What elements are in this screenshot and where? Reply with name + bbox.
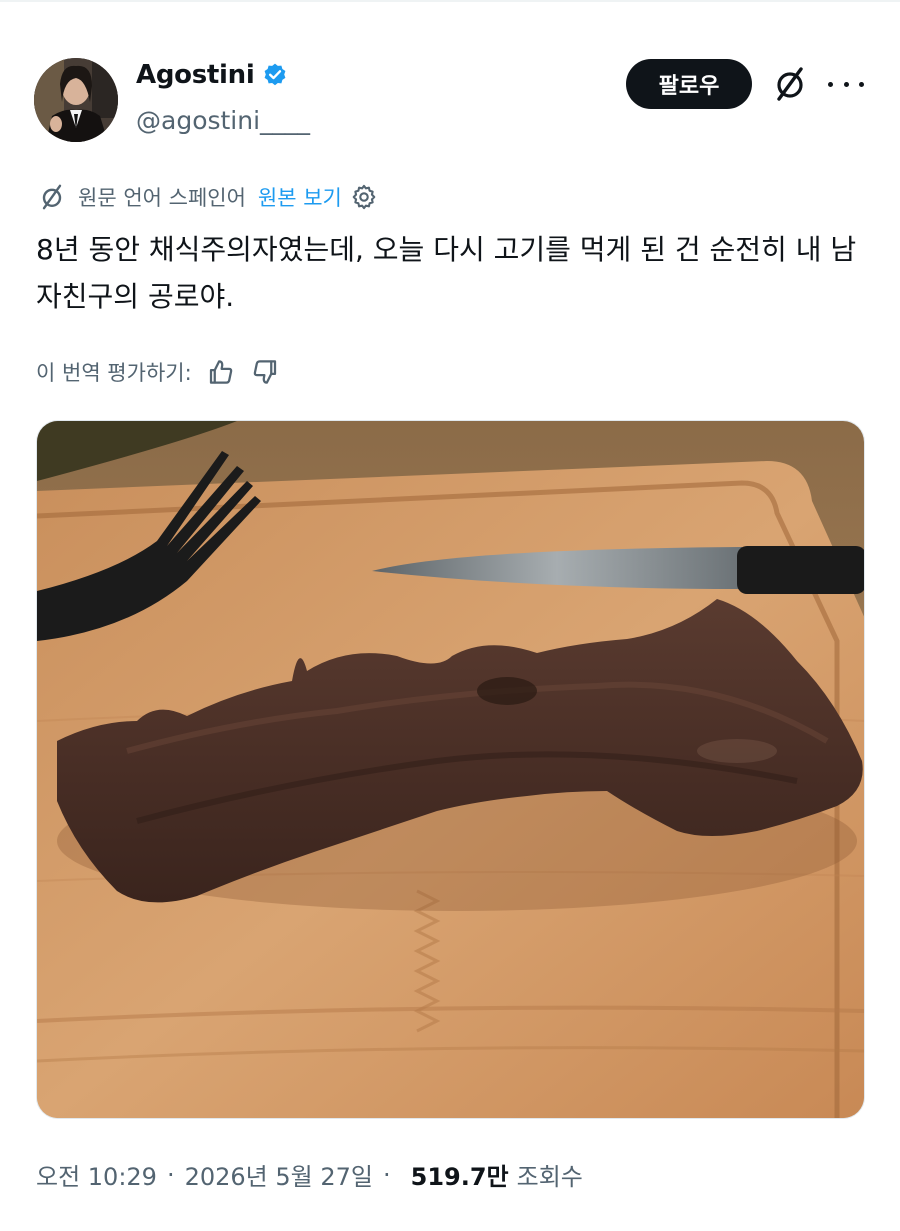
show-original-link[interactable]: 원본 보기	[258, 182, 342, 212]
tweet-text: 8년 동안 채식주의자였는데, 오늘 다시 고기를 먹게 된 건 순전히 내 남…	[36, 233, 857, 313]
author-name[interactable]: Agostini	[136, 60, 288, 90]
tweet-meta: 오전 10:29 · 2026년 5월 27일 · 519.7만 조회수	[36, 1157, 583, 1192]
display-name[interactable]: Agostini	[136, 60, 255, 90]
tweet-date[interactable]: 2026년 5월 27일	[185, 1157, 373, 1192]
thumbs-down-icon[interactable]	[250, 357, 280, 387]
tweet-time[interactable]: 오전 10:29	[36, 1157, 157, 1192]
grok-icon[interactable]	[770, 64, 810, 104]
meta-separator: ·	[166, 1160, 175, 1189]
translation-bar: 원문 언어 스페인어 원본 보기	[36, 181, 378, 213]
tweet-photo[interactable]	[36, 420, 865, 1119]
thumbs-up-icon[interactable]	[206, 357, 236, 387]
meta-separator: ·	[382, 1160, 391, 1189]
rate-label: 이 번역 평가하기:	[36, 361, 192, 385]
translation-source: 원문 언어 스페인어	[78, 186, 246, 210]
more-icon[interactable]	[828, 66, 864, 102]
author-handle[interactable]: @agostini____	[136, 106, 310, 135]
verified-badge-icon	[265, 63, 286, 86]
views-count: 519.7만	[410, 1163, 509, 1191]
gear-icon[interactable]	[350, 183, 378, 211]
follow-button[interactable]: 팔로우	[626, 59, 752, 109]
top-divider	[0, 0, 900, 2]
rate-translation: 이 번역 평가하기:	[36, 355, 280, 389]
grok-icon	[42, 184, 62, 210]
avatar[interactable]	[34, 58, 118, 142]
views-label: 조회수	[516, 1163, 583, 1191]
